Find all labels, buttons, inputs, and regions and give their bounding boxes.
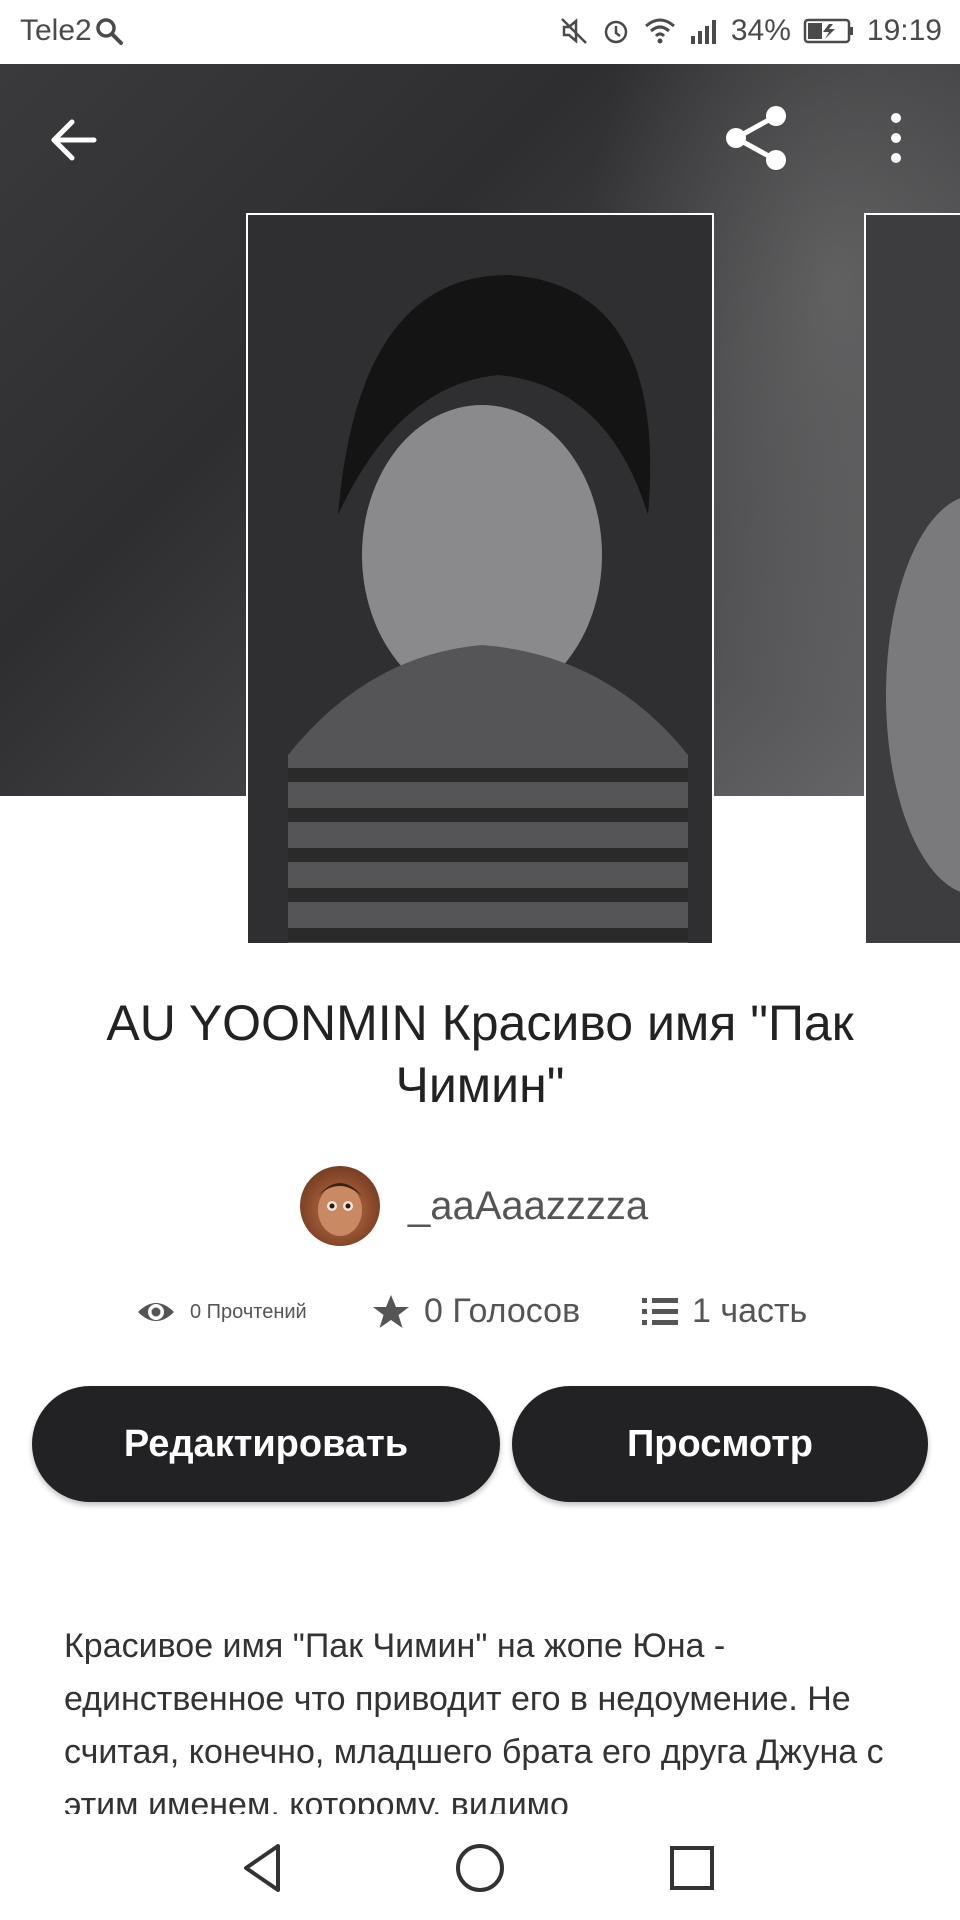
more-options-button[interactable] xyxy=(884,110,908,166)
signal-icon xyxy=(689,16,719,46)
battery-percent: 34% xyxy=(730,14,791,47)
parts-stat: 1 часть xyxy=(642,1292,807,1331)
cover-photo-next xyxy=(866,215,960,943)
story-description: Красивое имя "Пак Чимин" на жопе Юна - е… xyxy=(64,1627,884,1814)
mute-icon xyxy=(559,16,589,46)
edit-button[interactable]: Редактировать xyxy=(32,1386,500,1502)
votes-count: 0 Голосов xyxy=(424,1292,581,1330)
system-nav-bar xyxy=(0,1816,960,1920)
star-icon xyxy=(373,1294,409,1328)
cover-photo xyxy=(248,215,712,943)
arrow-left-icon xyxy=(51,119,97,161)
alarm-icon xyxy=(601,16,631,46)
nav-home-button[interactable] xyxy=(450,1838,510,1898)
nav-back-button[interactable] xyxy=(236,1838,296,1898)
list-icon xyxy=(642,1297,678,1325)
battery-icon xyxy=(803,16,855,46)
nav-recent-button[interactable] xyxy=(662,1838,722,1898)
view-button[interactable]: Просмотр xyxy=(512,1386,928,1502)
author-name[interactable]: _aaAaazzzza xyxy=(408,1184,648,1229)
reads-count: 0 Прочтений xyxy=(190,1300,307,1323)
square-recent-icon xyxy=(670,1846,714,1890)
carrier-label: Tele2 xyxy=(20,14,92,47)
circle-home-icon xyxy=(456,1844,504,1892)
parts-count: 1 часть xyxy=(692,1292,808,1330)
back-button[interactable] xyxy=(46,112,102,168)
wifi-icon xyxy=(643,16,677,46)
votes-stat: 0 Голосов xyxy=(372,1292,580,1331)
avatar-image xyxy=(318,1183,362,1236)
triangle-back-icon xyxy=(244,1844,280,1892)
share-icon xyxy=(726,106,786,170)
next-cover-image[interactable] xyxy=(864,213,960,945)
clock-time: 19:19 xyxy=(866,14,942,47)
share-button[interactable] xyxy=(722,104,790,172)
story-title: AU YOONMIN Красиво имя "Пак Чимин" xyxy=(106,995,854,1113)
status-right: 34% 19:19 xyxy=(559,14,942,48)
author-row[interactable]: _aaAaazzzza xyxy=(300,1166,648,1246)
story-stats: 0 Прочтений 0 Голосов 1 часть xyxy=(0,1292,960,1348)
more-vertical-icon xyxy=(891,113,901,163)
avatar[interactable] xyxy=(300,1166,380,1246)
status-bar: Tele2 34% 19:19 xyxy=(0,0,960,64)
status-left: Tele2 xyxy=(20,14,124,48)
search-icon xyxy=(94,16,124,46)
story-cover-image[interactable] xyxy=(246,213,714,945)
reads-stat: 0 Прочтений xyxy=(136,1292,307,1332)
eye-icon xyxy=(138,1303,174,1321)
